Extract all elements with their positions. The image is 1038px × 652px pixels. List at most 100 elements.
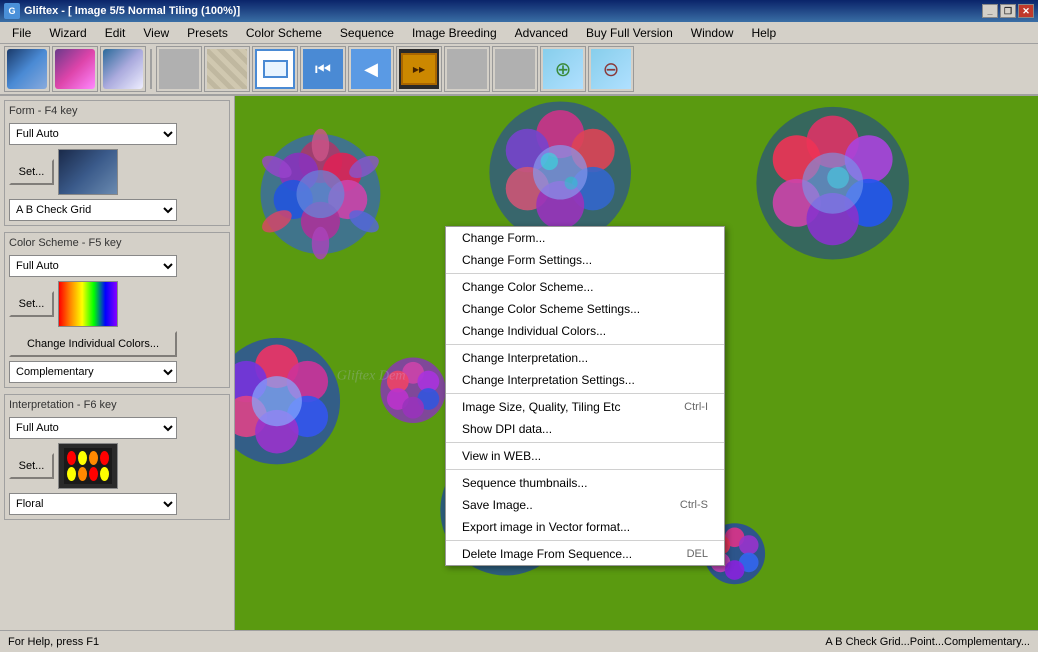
menu-window[interactable]: Window: [683, 23, 742, 43]
menu-edit[interactable]: Edit: [97, 23, 134, 43]
menu-advanced[interactable]: Advanced: [507, 23, 576, 43]
form-dropdown[interactable]: Full Auto: [9, 123, 177, 145]
change-individual-colors-row: Change Individual Colors...: [9, 331, 225, 357]
menu-buy[interactable]: Buy Full Version: [578, 23, 681, 43]
color-scheme-thumb-image: [59, 282, 117, 326]
check-grid-dropdown-wrapper[interactable]: A B Check Grid: [9, 199, 177, 221]
toolbar-rect[interactable]: [252, 46, 298, 92]
menu-help[interactable]: Help: [743, 23, 784, 43]
ctx-image-size-shortcut: Ctrl-I: [684, 401, 708, 413]
complementary-row: Complementary: [9, 361, 225, 383]
toolbar-nav2[interactable]: ◀: [348, 46, 394, 92]
color-scheme-set-row: Set...: [9, 281, 225, 327]
complementary-dropdown[interactable]: Complementary: [9, 361, 177, 383]
ctx-show-dpi[interactable]: Show DPI data...: [446, 418, 724, 440]
ctx-save-image-shortcut: Ctrl-S: [680, 499, 708, 511]
color-scheme-dropdown-wrapper[interactable]: Full Auto: [9, 255, 177, 277]
window-controls: _ ❐ ✕: [982, 4, 1034, 18]
ctx-view-web[interactable]: View in WEB...: [446, 445, 724, 467]
toolbar-zoom-in[interactable]: ⊕: [540, 46, 586, 92]
svg-text:Gliftex Dem: Gliftex Dem: [337, 367, 406, 383]
menu-presets[interactable]: Presets: [179, 23, 236, 43]
close-button[interactable]: ✕: [1018, 4, 1034, 18]
form-preview-thumb: [58, 149, 118, 195]
toolbar-film[interactable]: ▶▶: [396, 46, 442, 92]
interpretation-set-row: Set...: [9, 443, 225, 489]
color-scheme-preview-thumb: [58, 281, 118, 327]
ctx-image-size[interactable]: Image Size, Quality, Tiling Etc Ctrl-I: [446, 396, 724, 418]
window-title: Gliftex - [ Image 5/5 Normal Tiling (100…: [24, 5, 240, 17]
ctx-save-image[interactable]: Save Image.. Ctrl-S: [446, 494, 724, 516]
toolbar-gray2[interactable]: [444, 46, 490, 92]
complementary-dropdown-wrapper[interactable]: Complementary: [9, 361, 177, 383]
ctx-sep2: [446, 344, 724, 345]
interpretation-dropdown[interactable]: Full Auto: [9, 417, 177, 439]
color-scheme-set-button[interactable]: Set...: [9, 291, 54, 317]
toolbar-tiles[interactable]: [204, 46, 250, 92]
ctx-change-interpretation-settings[interactable]: Change Interpretation Settings...: [446, 369, 724, 391]
context-menu: Change Form... Change Form Settings... C…: [445, 226, 725, 566]
menu-image-breeding[interactable]: Image Breeding: [404, 23, 505, 43]
menu-wizard[interactable]: Wizard: [41, 23, 94, 43]
form-dropdown-wrapper[interactable]: Full Auto: [9, 123, 177, 145]
change-individual-colors-button[interactable]: Change Individual Colors...: [9, 331, 177, 357]
app-icon: G: [4, 3, 20, 19]
canvas-area[interactable]: Gliftex Demo Version Gliftex Dem Da Chan…: [235, 96, 1038, 630]
menu-file[interactable]: File: [4, 23, 39, 43]
ctx-change-color-scheme-settings[interactable]: Change Color Scheme Settings...: [446, 298, 724, 320]
toolbar-gray[interactable]: [156, 46, 202, 92]
floral-row: Floral: [9, 493, 225, 515]
toolbar-nav1[interactable]: ⏮: [300, 46, 346, 92]
ctx-change-color-scheme[interactable]: Change Color Scheme...: [446, 276, 724, 298]
ctx-change-interpretation[interactable]: Change Interpretation...: [446, 347, 724, 369]
form-group-title: Form - F4 key: [9, 105, 225, 117]
interpretation-group-title: Interpretation - F6 key: [9, 399, 225, 411]
color-scheme-group: Color Scheme - F5 key Full Auto Set... C…: [4, 232, 230, 388]
ctx-change-form[interactable]: Change Form...: [446, 227, 724, 249]
toolbar-fractal3[interactable]: [100, 46, 146, 92]
minimize-button[interactable]: _: [982, 4, 998, 18]
interpretation-dropdown-wrapper[interactable]: Full Auto: [9, 417, 177, 439]
menu-sequence[interactable]: Sequence: [332, 23, 402, 43]
form-set-row: Set...: [9, 149, 225, 195]
form-dropdown-row: Full Auto: [9, 123, 225, 145]
color-scheme-group-title: Color Scheme - F5 key: [9, 237, 225, 249]
floral-dropdown[interactable]: Floral: [9, 493, 177, 515]
ctx-sep1: [446, 273, 724, 274]
menu-color-scheme[interactable]: Color Scheme: [238, 23, 330, 43]
form-check-grid-row: A B Check Grid: [9, 199, 225, 221]
main-layout: Form - F4 key Full Auto Set... A B Check…: [0, 96, 1038, 630]
form-set-button[interactable]: Set...: [9, 159, 54, 185]
color-scheme-dropdown[interactable]: Full Auto: [9, 255, 177, 277]
menu-view[interactable]: View: [135, 23, 177, 43]
toolbar-fractal1[interactable]: [4, 46, 50, 92]
ctx-delete-image-shortcut: DEL: [687, 548, 708, 560]
status-bar: For Help, press F1 A B Check Grid...Poin…: [0, 630, 1038, 652]
interpretation-set-button[interactable]: Set...: [9, 453, 54, 479]
floral-dropdown-wrapper[interactable]: Floral: [9, 493, 177, 515]
toolbar-sep1: [150, 49, 152, 89]
ctx-sep5: [446, 469, 724, 470]
title-bar: G Gliftex - [ Image 5/5 Normal Tiling (1…: [0, 0, 1038, 22]
interpretation-thumb-image: [59, 444, 117, 488]
toolbar-zoom-out[interactable]: ⊖: [588, 46, 634, 92]
toolbar-gray3[interactable]: [492, 46, 538, 92]
ctx-sep4: [446, 442, 724, 443]
status-left: For Help, press F1: [8, 636, 99, 648]
ctx-sequence-thumbnails[interactable]: Sequence thumbnails...: [446, 472, 724, 494]
menu-bar: File Wizard Edit View Presets Color Sche…: [0, 22, 1038, 44]
check-grid-dropdown[interactable]: A B Check Grid: [9, 199, 177, 221]
ctx-delete-image[interactable]: Delete Image From Sequence... DEL: [446, 543, 724, 565]
restore-button[interactable]: ❐: [1000, 4, 1016, 18]
ctx-export-vector[interactable]: Export image in Vector format...: [446, 516, 724, 538]
status-right: A B Check Grid...Point...Complementary..…: [825, 636, 1030, 648]
toolbar: ⏮ ◀ ▶▶ ⊕ ⊖: [0, 44, 1038, 96]
left-panel: Form - F4 key Full Auto Set... A B Check…: [0, 96, 235, 630]
interpretation-preview-thumb: [58, 443, 118, 489]
interpretation-dropdown-row: Full Auto: [9, 417, 225, 439]
ctx-change-form-settings[interactable]: Change Form Settings...: [446, 249, 724, 271]
color-scheme-dropdown-row: Full Auto: [9, 255, 225, 277]
toolbar-fractal2[interactable]: [52, 46, 98, 92]
ctx-change-individual-colors[interactable]: Change Individual Colors...: [446, 320, 724, 342]
ctx-sep6: [446, 540, 724, 541]
